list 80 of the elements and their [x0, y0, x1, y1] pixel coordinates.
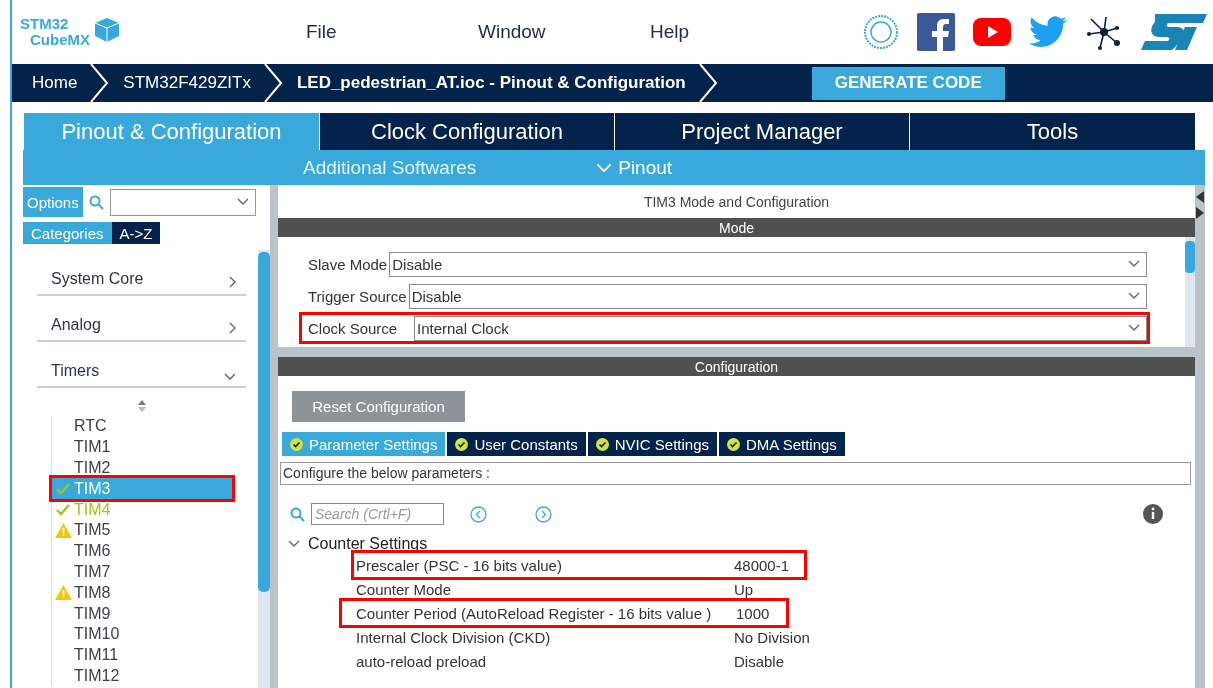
chevron-right-icon	[229, 276, 236, 288]
expand-icon[interactable]	[1196, 207, 1204, 219]
breadcrumb[interactable]: Home	[12, 73, 90, 93]
youtube-icon[interactable]	[973, 18, 1011, 46]
view-tab[interactable]: A->Z	[111, 222, 161, 244]
dropdown[interactable]: Disable	[389, 251, 1147, 277]
timer-item[interactable]: TIM9	[52, 603, 246, 624]
info-icon[interactable]	[1143, 504, 1163, 524]
dropdown[interactable]: Disable	[408, 283, 1147, 309]
next-icon[interactable]	[535, 505, 552, 523]
search-combo[interactable]	[109, 188, 256, 216]
config-tab[interactable]: NVIC Settings	[587, 432, 717, 456]
parameter-row[interactable]: Prescaler (PSC - 16 bits value) 48000-1	[354, 553, 804, 577]
check-icon	[56, 482, 70, 495]
dropdown[interactable]: Internal Clock	[414, 315, 1147, 341]
check-circle-icon	[290, 437, 303, 451]
breadcrumb[interactable]: LED_pedestrian_AT.ioc - Pinout & Configuration	[284, 73, 698, 93]
menu-item[interactable]: Help	[650, 21, 822, 43]
check-icon	[56, 503, 70, 516]
timer-item[interactable]: TIM7	[52, 561, 246, 583]
check-circle-icon	[455, 437, 469, 451]
menu-item[interactable]: File	[306, 21, 478, 43]
timer-item[interactable]: TIM8	[52, 582, 246, 604]
menu-item[interactable]: Window	[478, 21, 650, 43]
chevron-down-icon	[288, 540, 300, 548]
search-icon	[290, 506, 305, 522]
previous-icon[interactable]	[470, 505, 487, 523]
check-circle-icon	[595, 437, 609, 451]
timer-item[interactable]: TIM1	[52, 436, 246, 458]
main-tab[interactable]: Tools	[909, 113, 1195, 150]
main-tab[interactable]: Project Manager	[614, 113, 909, 150]
chevron-down-icon	[236, 198, 249, 206]
field-label: Slave Mode	[307, 255, 389, 273]
category-item[interactable]: System Core	[37, 250, 246, 296]
breadcrumb[interactable]: STM32F429ZITx	[111, 73, 263, 93]
timer-item[interactable]: TIM11	[52, 644, 246, 666]
company-logo-icon[interactable]	[1141, 14, 1207, 50]
timer-item[interactable]: TIM2	[52, 457, 246, 479]
parameter-row[interactable]: Internal Clock Division (CKD) No Division	[354, 625, 1191, 649]
chevron-down-icon	[1128, 324, 1140, 332]
parameter-row[interactable]: Counter Mode Up	[354, 577, 1191, 601]
parameter-row[interactable]: Counter Period (AutoReload Register - 16 bits value ) 1000	[342, 601, 786, 625]
anniversary-badge-icon	[863, 14, 899, 50]
check-circle-icon	[727, 437, 740, 451]
breadcrumb-separator-icon	[697, 64, 720, 102]
facebook-icon[interactable]	[917, 13, 955, 51]
timer-item[interactable]: TIM10	[52, 623, 246, 645]
sort-icon[interactable]	[136, 400, 147, 412]
timer-item[interactable]: TIM12	[52, 665, 246, 687]
main-tab[interactable]: Clock Configuration	[319, 113, 614, 150]
scrollbar[interactable]	[258, 250, 270, 688]
parameter-row[interactable]: auto-reload preload Disable	[354, 649, 1191, 673]
logo-text: STM32 CubeMX	[20, 16, 90, 48]
search-field[interactable]: Search (Crtl+F)	[311, 503, 444, 525]
collapse-icon[interactable]	[1196, 191, 1204, 203]
chevron-down-icon	[596, 162, 613, 173]
chevron-right-icon	[229, 322, 236, 334]
config-tab[interactable]: DMA Settings	[719, 432, 845, 456]
description-field: Configure the below parameters :	[280, 462, 1191, 485]
chevron-down-icon	[224, 372, 236, 380]
section-header: Configuration	[278, 357, 1195, 376]
panel-title: TIM3 Mode and Configuration	[642, 192, 831, 212]
field-label: Clock Source	[307, 319, 399, 337]
scrollbar[interactable]	[1185, 237, 1195, 347]
category-item[interactable]: Analog	[37, 296, 246, 342]
search-icon	[88, 194, 104, 210]
timer-item[interactable]: TIM6	[52, 540, 246, 562]
config-tab[interactable]: User Constants	[447, 432, 586, 456]
section-header: Mode	[278, 218, 1195, 237]
group-header[interactable]: Counter Settings	[288, 535, 1191, 553]
warning-icon	[54, 522, 72, 538]
breadcrumb-separator-icon	[262, 64, 285, 102]
timer-item[interactable]: RTC	[52, 416, 246, 437]
timer-item[interactable]: TIM5	[52, 520, 246, 541]
twitter-icon[interactable]	[1029, 16, 1067, 48]
warning-icon	[54, 585, 72, 601]
category-item[interactable]: Timers	[37, 342, 246, 388]
field-label: Trigger Source	[307, 287, 408, 305]
chevron-down-icon	[1128, 260, 1140, 268]
chevron-down-icon	[1128, 292, 1140, 300]
